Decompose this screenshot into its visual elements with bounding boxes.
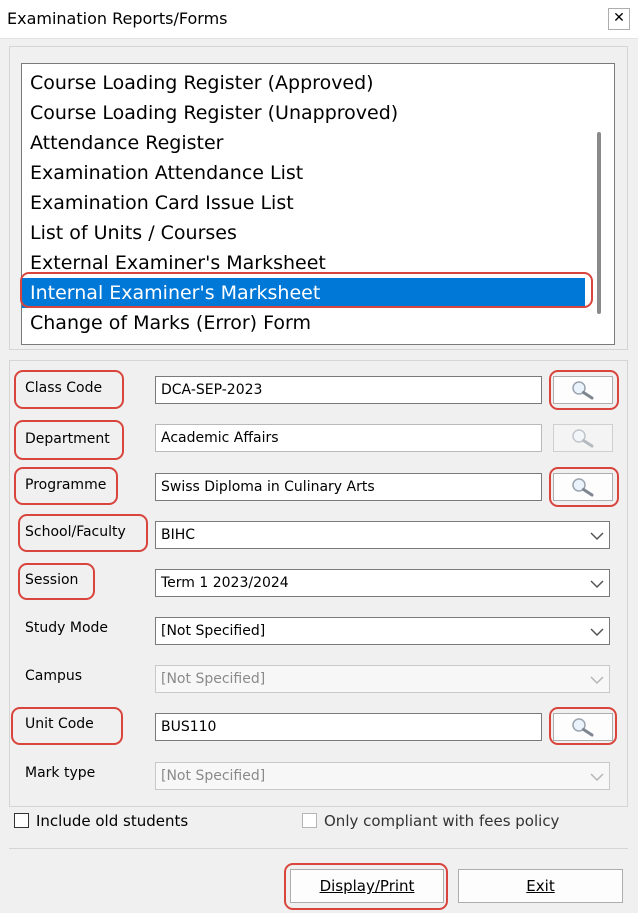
- department-input: Academic Affairs: [155, 424, 542, 452]
- include-old-students-label[interactable]: Include old students: [36, 812, 188, 830]
- unit-code-label-highlight: [11, 707, 123, 745]
- study-mode-select[interactable]: [Not Specified]: [155, 617, 610, 645]
- school-faculty-select[interactable]: BIHC: [155, 521, 610, 549]
- list-scrollbar[interactable]: [597, 132, 601, 314]
- list-item[interactable]: Course Loading Register (Unapproved): [22, 98, 585, 128]
- class-code-input[interactable]: DCA-SEP-2023: [155, 376, 542, 404]
- selected-item-highlight: [20, 272, 593, 308]
- class-code-label-highlight: [14, 370, 124, 409]
- mark-type-select: [Not Specified]: [155, 762, 610, 790]
- unit-code-input[interactable]: BUS110: [155, 713, 542, 741]
- only-compliant-label: Only compliant with fees policy: [324, 812, 560, 830]
- unit-code-search-highlight: [549, 707, 617, 745]
- mark-type-value: [Not Specified]: [161, 768, 266, 784]
- chevron-down-icon: [586, 667, 608, 691]
- programme-search-highlight: [549, 467, 619, 507]
- close-button[interactable]: ✕: [608, 8, 630, 30]
- list-item[interactable]: Change of Marks (Error) Form: [22, 308, 585, 338]
- chevron-down-icon[interactable]: [586, 619, 608, 643]
- programme-input[interactable]: Swiss Diploma in Culinary Arts: [155, 473, 542, 501]
- only-compliant-checkbox: [302, 813, 317, 828]
- divider: [9, 848, 628, 849]
- school-faculty-label-highlight: [18, 514, 148, 552]
- close-icon: ✕: [613, 10, 625, 26]
- department-search-button: [553, 424, 613, 452]
- window-title: Examination Reports/Forms: [7, 9, 228, 28]
- list-item[interactable]: Examination Card Issue List: [22, 188, 585, 218]
- session-value: Term 1 2023/2024: [161, 575, 289, 591]
- list-item[interactable]: List of Units / Courses: [22, 218, 585, 248]
- campus-value: [Not Specified]: [161, 671, 266, 687]
- campus-select: [Not Specified]: [155, 665, 610, 693]
- chevron-down-icon[interactable]: [586, 571, 608, 595]
- magnifier-icon: [572, 429, 594, 448]
- department-label-highlight: [14, 420, 124, 460]
- chevron-down-icon: [586, 764, 608, 788]
- campus-label: Campus: [25, 668, 83, 684]
- study-mode-label: Study Mode: [25, 620, 109, 636]
- study-mode-value: [Not Specified]: [161, 623, 266, 639]
- exit-button[interactable]: Exit: [458, 869, 623, 903]
- include-old-students-checkbox[interactable]: [14, 813, 29, 828]
- list-item[interactable]: Course Loading Register (Approved): [22, 68, 585, 98]
- display-print-highlight: [284, 863, 448, 910]
- title-bar: Examination Reports/Forms ✕: [0, 0, 638, 39]
- session-select[interactable]: Term 1 2023/2024: [155, 569, 610, 597]
- session-label-highlight: [18, 563, 95, 600]
- school-faculty-value: BIHC: [161, 527, 196, 543]
- programme-label-highlight: [14, 467, 118, 505]
- chevron-down-icon[interactable]: [586, 523, 608, 547]
- mark-type-label: Mark type: [25, 765, 96, 781]
- class-code-search-highlight: [549, 370, 619, 410]
- list-item[interactable]: Examination Attendance List: [22, 158, 585, 188]
- list-item[interactable]: Attendance Register: [22, 128, 585, 158]
